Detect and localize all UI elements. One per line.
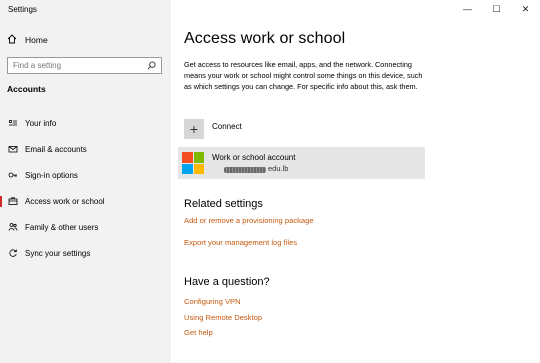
sidebar: Settings Home Find a setting Accounts Yo… xyxy=(0,0,171,363)
provisioning-package-link[interactable]: Add or remove a provisioning package xyxy=(184,216,314,225)
account-title: Work or school account xyxy=(212,153,296,162)
briefcase-icon xyxy=(8,196,18,206)
minimize-button[interactable]: — xyxy=(453,0,482,18)
sidebar-item-label: Sign-in options xyxy=(25,170,78,180)
sidebar-item-label: Your info xyxy=(25,118,57,128)
main-panel: — ☐ ✕ Access work or school Get access t… xyxy=(171,0,540,363)
page-title: Access work or school xyxy=(184,30,346,47)
get-help-link[interactable]: Get help xyxy=(184,328,213,337)
remote-desktop-link[interactable]: Using Remote Desktop xyxy=(184,313,262,322)
search-input[interactable]: Find a setting xyxy=(7,57,162,74)
sidebar-item-sync-settings[interactable]: Sync your settings xyxy=(0,240,171,266)
key-icon xyxy=(8,170,18,180)
search-icon[interactable] xyxy=(146,61,156,71)
configuring-vpn-link[interactable]: Configuring VPN xyxy=(184,297,241,306)
sidebar-nav: Your info Email & accounts Sign-in optio… xyxy=(0,110,171,266)
export-log-files-link[interactable]: Export your management log files xyxy=(184,238,297,247)
question-heading: Have a question? xyxy=(184,276,270,288)
home-label: Home xyxy=(25,35,48,45)
sidebar-item-label: Sync your settings xyxy=(25,248,91,258)
person-card-icon xyxy=(8,118,18,128)
home-icon xyxy=(7,34,17,46)
sidebar-item-email-accounts[interactable]: Email & accounts xyxy=(0,136,171,162)
connect-button[interactable]: + Connect xyxy=(184,119,242,139)
sync-icon xyxy=(8,248,18,258)
home-nav-item[interactable]: Home xyxy=(7,33,48,47)
redaction-scribble xyxy=(224,167,266,173)
sidebar-item-access-work-school[interactable]: Access work or school xyxy=(0,188,171,214)
account-email-domain: edu.lb xyxy=(268,164,289,173)
users-icon xyxy=(8,222,18,232)
page-description: Get access to resources like email, apps… xyxy=(184,60,423,91)
microsoft-logo-icon xyxy=(182,152,204,174)
envelope-icon xyxy=(8,144,18,154)
sidebar-item-label: Access work or school xyxy=(25,196,105,206)
connect-label: Connect xyxy=(212,122,242,131)
work-school-account-item[interactable]: Work or school account edu.lb xyxy=(178,147,425,179)
section-heading: Accounts xyxy=(7,84,46,94)
plus-icon: + xyxy=(184,119,204,139)
sidebar-item-label: Email & accounts xyxy=(25,144,87,154)
sidebar-item-sign-in-options[interactable]: Sign-in options xyxy=(0,162,171,188)
close-button[interactable]: ✕ xyxy=(511,0,540,18)
sidebar-item-label: Family & other users xyxy=(25,222,99,232)
search-placeholder: Find a setting xyxy=(13,61,62,70)
sidebar-item-family-users[interactable]: Family & other users xyxy=(0,214,171,240)
related-settings-heading: Related settings xyxy=(184,198,263,210)
maximize-button[interactable]: ☐ xyxy=(482,0,511,18)
window-controls: — ☐ ✕ xyxy=(453,0,540,18)
sidebar-item-your-info[interactable]: Your info xyxy=(0,110,171,136)
window-title: Settings xyxy=(8,5,37,14)
account-email: edu.lb xyxy=(212,164,295,173)
